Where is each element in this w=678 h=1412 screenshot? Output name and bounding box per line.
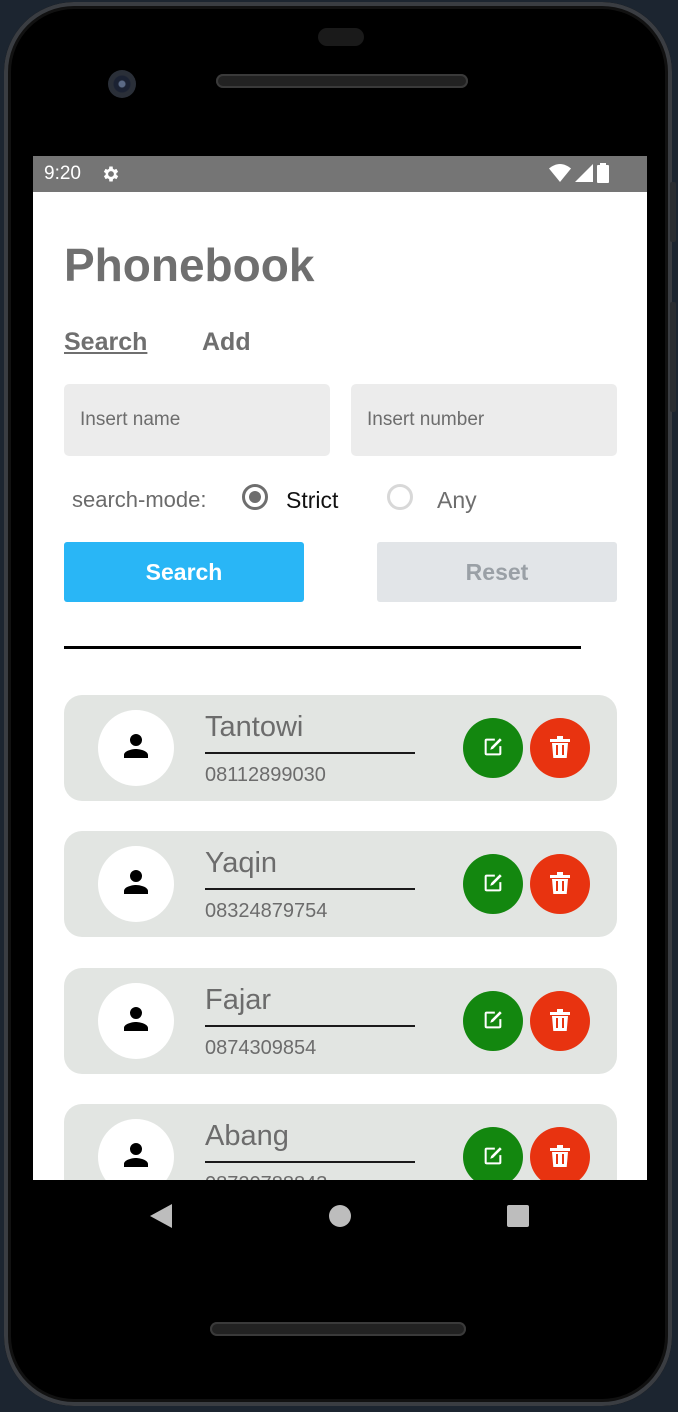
name-underline	[205, 1025, 415, 1027]
delete-button[interactable]	[530, 718, 590, 778]
status-bar: 9:20	[33, 156, 647, 192]
contact-number: 0874309854	[205, 1037, 317, 1059]
delete-button[interactable]	[530, 1127, 590, 1180]
name-underline	[205, 888, 415, 890]
avatar	[98, 1119, 174, 1180]
gear-icon	[101, 164, 121, 189]
edit-icon	[482, 1145, 504, 1170]
avatar	[98, 710, 174, 786]
contact-number: 08112899030	[205, 764, 326, 786]
divider	[64, 646, 581, 649]
page-title: Phonebook	[64, 239, 315, 291]
person-icon	[118, 1137, 154, 1178]
status-icons	[549, 163, 609, 188]
status-time: 9:20	[44, 163, 81, 184]
number-input[interactable]	[351, 384, 617, 456]
wifi-icon	[549, 164, 571, 187]
tab-add[interactable]: Add	[202, 328, 251, 357]
contact-card: Tantowi 08112899030	[64, 695, 617, 801]
radio-selected-dot	[249, 491, 261, 503]
contact-card: Abang 08720788843	[64, 1104, 617, 1180]
contact-name: Tantowi	[205, 711, 304, 743]
radio-any[interactable]	[387, 484, 413, 510]
front-camera	[108, 70, 136, 98]
volume-button	[670, 182, 676, 242]
person-icon	[118, 1001, 154, 1042]
contact-card: Fajar 0874309854	[64, 968, 617, 1074]
contact-card: Yaqin 08324879754	[64, 831, 617, 937]
edit-icon	[482, 872, 504, 897]
bottom-speaker	[210, 1322, 466, 1336]
delete-button[interactable]	[530, 991, 590, 1051]
edit-button[interactable]	[463, 718, 523, 778]
name-underline	[205, 1161, 415, 1163]
recents-nav-button[interactable]	[507, 1205, 529, 1227]
avatar	[98, 983, 174, 1059]
name-input[interactable]	[64, 384, 330, 456]
reset-button[interactable]: Reset	[377, 542, 617, 602]
top-speaker	[216, 74, 468, 88]
contact-name: Yaqin	[205, 847, 278, 879]
radio-any-label[interactable]: Any	[437, 487, 477, 514]
trash-icon	[550, 871, 570, 897]
delete-button[interactable]	[530, 854, 590, 914]
trash-icon	[550, 1008, 570, 1034]
trash-icon	[550, 1144, 570, 1170]
back-nav-button[interactable]	[150, 1204, 172, 1233]
search-button[interactable]: Search	[64, 542, 304, 602]
trash-icon	[550, 735, 570, 761]
edit-button[interactable]	[463, 1127, 523, 1180]
edit-icon	[482, 736, 504, 761]
signal-icon	[575, 164, 593, 187]
home-nav-button[interactable]	[329, 1205, 351, 1227]
battery-icon	[597, 163, 609, 188]
contact-name: Abang	[205, 1120, 289, 1152]
contact-number: 08720788843	[205, 1173, 327, 1180]
contact-name: Fajar	[205, 984, 272, 1016]
tab-search[interactable]: Search	[64, 328, 147, 357]
earpiece	[318, 28, 364, 46]
radio-strict[interactable]	[242, 484, 268, 510]
search-mode-label: search-mode:	[72, 487, 207, 512]
person-icon	[118, 728, 154, 769]
person-icon	[118, 864, 154, 905]
name-underline	[205, 752, 415, 754]
radio-strict-label[interactable]: Strict	[286, 487, 338, 514]
contact-number: 08324879754	[205, 900, 328, 922]
avatar	[98, 846, 174, 922]
edit-icon	[482, 1009, 504, 1034]
app-screen: 9:20 Phonebook Search Add search-mode: S…	[33, 156, 647, 1180]
navigation-bar	[33, 1180, 647, 1252]
edit-button[interactable]	[463, 991, 523, 1051]
power-button	[670, 302, 676, 412]
edit-button[interactable]	[463, 854, 523, 914]
